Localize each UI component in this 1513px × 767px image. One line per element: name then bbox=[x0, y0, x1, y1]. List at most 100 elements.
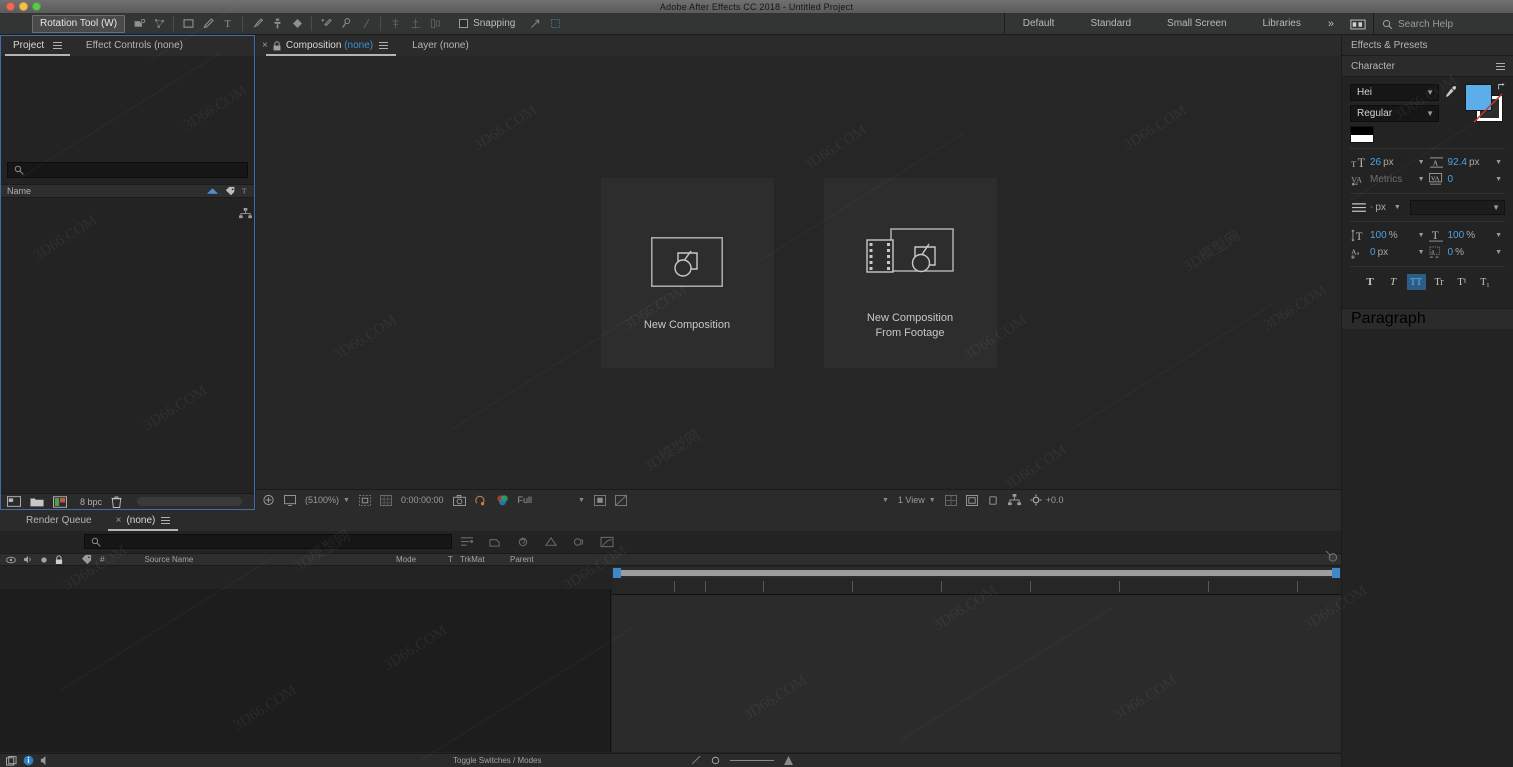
new-composition-card[interactable]: New Composition bbox=[601, 178, 774, 368]
zoom-in-icon[interactable] bbox=[784, 756, 793, 765]
roto-brush-tool-icon[interactable] bbox=[316, 14, 336, 34]
zoom-slider-handle-icon[interactable] bbox=[711, 756, 720, 765]
workspace-layout-icon[interactable] bbox=[1349, 18, 1367, 30]
composition-menu-icon[interactable] bbox=[379, 40, 388, 51]
swap-colors-icon[interactable] bbox=[1497, 82, 1507, 92]
pen-tool-icon[interactable] bbox=[198, 14, 218, 34]
zoom-out-icon[interactable] bbox=[692, 756, 701, 765]
chevron-down-icon[interactable]: ▼ bbox=[1418, 159, 1425, 166]
orbit-camera-icon[interactable] bbox=[129, 14, 149, 34]
chevron-down-icon[interactable]: ▼ bbox=[1394, 204, 1401, 211]
align-left-icon[interactable] bbox=[385, 14, 405, 34]
always-preview-icon[interactable] bbox=[262, 494, 275, 506]
timeline-search-field[interactable] bbox=[84, 534, 452, 549]
workspace-standard[interactable]: Standard bbox=[1072, 13, 1149, 35]
zoom-slider-track[interactable] bbox=[730, 760, 774, 761]
solo-icon[interactable] bbox=[40, 556, 48, 564]
tab-render-queue[interactable]: Render Queue bbox=[14, 511, 104, 531]
workspace-small-screen[interactable]: Small Screen bbox=[1149, 13, 1244, 35]
maximize-window-icon[interactable] bbox=[32, 2, 41, 11]
workspace-libraries[interactable]: Libraries bbox=[1245, 13, 1319, 35]
column-t-label[interactable]: T bbox=[448, 555, 453, 564]
exposure-reset-icon[interactable] bbox=[1030, 494, 1042, 506]
resolution-value[interactable]: Full bbox=[518, 495, 533, 505]
tab-composition[interactable]: × Composition (none) bbox=[262, 36, 400, 56]
tab-project[interactable]: Project bbox=[1, 36, 74, 56]
timeline-zoom-controls[interactable] bbox=[692, 756, 793, 765]
project-menu-icon[interactable] bbox=[53, 40, 62, 51]
small-caps-button[interactable]: Tr bbox=[1430, 274, 1449, 290]
align-right-icon[interactable] bbox=[425, 14, 445, 34]
type-tool-icon[interactable]: T bbox=[218, 14, 238, 34]
chevron-down-icon[interactable]: ▼ bbox=[1418, 232, 1425, 239]
track-xy-camera-icon[interactable] bbox=[149, 14, 169, 34]
column-index-label[interactable]: # bbox=[100, 555, 104, 564]
clone-stamp-tool-icon[interactable] bbox=[267, 14, 287, 34]
show-snapshot-icon[interactable] bbox=[475, 495, 487, 506]
faux-bold-button[interactable]: T bbox=[1361, 274, 1380, 290]
leading-control[interactable]: A 92.4 px ▼ bbox=[1428, 156, 1506, 169]
hide-shy-layers-icon[interactable] bbox=[516, 536, 530, 548]
all-caps-button[interactable]: TT bbox=[1407, 274, 1426, 290]
horizontal-scale-value[interactable]: 100 bbox=[1448, 230, 1465, 241]
chevron-down-icon[interactable]: ▼ bbox=[1495, 176, 1502, 183]
grid-guides-icon[interactable] bbox=[380, 495, 392, 506]
toggle-viewer-icon[interactable] bbox=[284, 495, 296, 506]
kerning-control[interactable]: VA Metrics ▼ bbox=[1350, 173, 1428, 186]
baseline-shift-control[interactable]: Aa 0 px ▼ bbox=[1350, 246, 1428, 259]
chevron-down-icon[interactable]: ▼ bbox=[1492, 203, 1500, 212]
tab-timeline-none[interactable]: × (none) bbox=[104, 511, 183, 531]
close-tab-icon[interactable]: × bbox=[116, 511, 122, 531]
tracking-value[interactable]: 0 bbox=[1448, 174, 1454, 185]
enable-frame-blending-icon[interactable] bbox=[544, 536, 558, 548]
view-count-value[interactable]: 1 View bbox=[898, 495, 925, 505]
timeline-navigator-bar[interactable] bbox=[615, 570, 1338, 576]
chevron-down-icon[interactable]: ▼ bbox=[1495, 159, 1502, 166]
font-size-control[interactable]: TT 26 px ▼ bbox=[1350, 156, 1428, 169]
magnification-caret-icon[interactable]: ▼ bbox=[343, 497, 350, 504]
chevron-down-icon[interactable]: ▼ bbox=[1426, 88, 1434, 97]
workspace-overflow-icon[interactable]: » bbox=[1319, 18, 1343, 30]
tab-effect-controls[interactable]: Effect Controls (none) bbox=[74, 36, 195, 56]
stroke-style-select[interactable]: ▼ bbox=[1410, 200, 1505, 215]
baseline-shift-value[interactable]: 0 bbox=[1370, 247, 1376, 258]
magnification-value[interactable]: (5100%) bbox=[305, 495, 339, 505]
current-timecode[interactable]: 0:00:00:00 bbox=[401, 495, 444, 505]
draft-3d-icon[interactable] bbox=[488, 536, 502, 548]
column-parent-label[interactable]: Parent bbox=[510, 555, 534, 564]
toggle-transparency-grid-icon[interactable] bbox=[615, 495, 627, 506]
resolution-caret-icon[interactable]: ▼ bbox=[578, 497, 585, 504]
audio-icon[interactable] bbox=[23, 555, 33, 564]
share-view-icon[interactable] bbox=[945, 495, 957, 506]
kerning-value[interactable]: Metrics bbox=[1370, 174, 1402, 185]
column-source-name-label[interactable]: Source Name bbox=[144, 555, 193, 564]
snapping-toggle[interactable]: Snapping bbox=[459, 18, 515, 29]
font-style-select[interactable]: Regular ▼ bbox=[1350, 105, 1439, 122]
composition-stage[interactable]: New Composition bbox=[256, 56, 1341, 489]
label-color-icon[interactable] bbox=[81, 554, 92, 565]
character-menu-icon[interactable] bbox=[1496, 61, 1505, 72]
chevron-down-icon[interactable]: ▼ bbox=[1418, 249, 1425, 256]
selection-bounds-icon[interactable] bbox=[545, 14, 565, 34]
default-colors-icon[interactable] bbox=[1350, 126, 1374, 143]
eraser-tool-icon[interactable] bbox=[287, 14, 307, 34]
timeline-link-icon[interactable] bbox=[987, 495, 999, 506]
font-family-select[interactable]: Hei ▼ bbox=[1350, 84, 1439, 101]
vertical-scale-value[interactable]: 100 bbox=[1370, 230, 1387, 241]
snapping-checkbox[interactable] bbox=[459, 19, 468, 28]
leading-value[interactable]: 92.4 bbox=[1448, 157, 1467, 168]
close-tab-icon[interactable]: × bbox=[262, 36, 268, 56]
target-region-icon[interactable] bbox=[594, 495, 606, 506]
lock-icon[interactable] bbox=[273, 41, 281, 51]
timeline-navigator-right-handle[interactable] bbox=[1332, 568, 1340, 578]
composition-flowchart-icon[interactable] bbox=[1008, 494, 1021, 506]
rectangle-tool-icon[interactable] bbox=[178, 14, 198, 34]
layer-switches-icon[interactable] bbox=[6, 756, 17, 766]
character-panel-header[interactable]: Character bbox=[1342, 56, 1513, 77]
comp-button-icon[interactable] bbox=[1325, 550, 1339, 564]
vertical-scale-control[interactable]: T 100 % ▼ bbox=[1350, 229, 1428, 242]
take-snapshot-icon[interactable] bbox=[453, 495, 466, 506]
timeline-ruler[interactable] bbox=[612, 578, 1341, 595]
timeline-navigator-left-handle[interactable] bbox=[613, 568, 621, 578]
snap-arrow-icon[interactable] bbox=[525, 14, 545, 34]
